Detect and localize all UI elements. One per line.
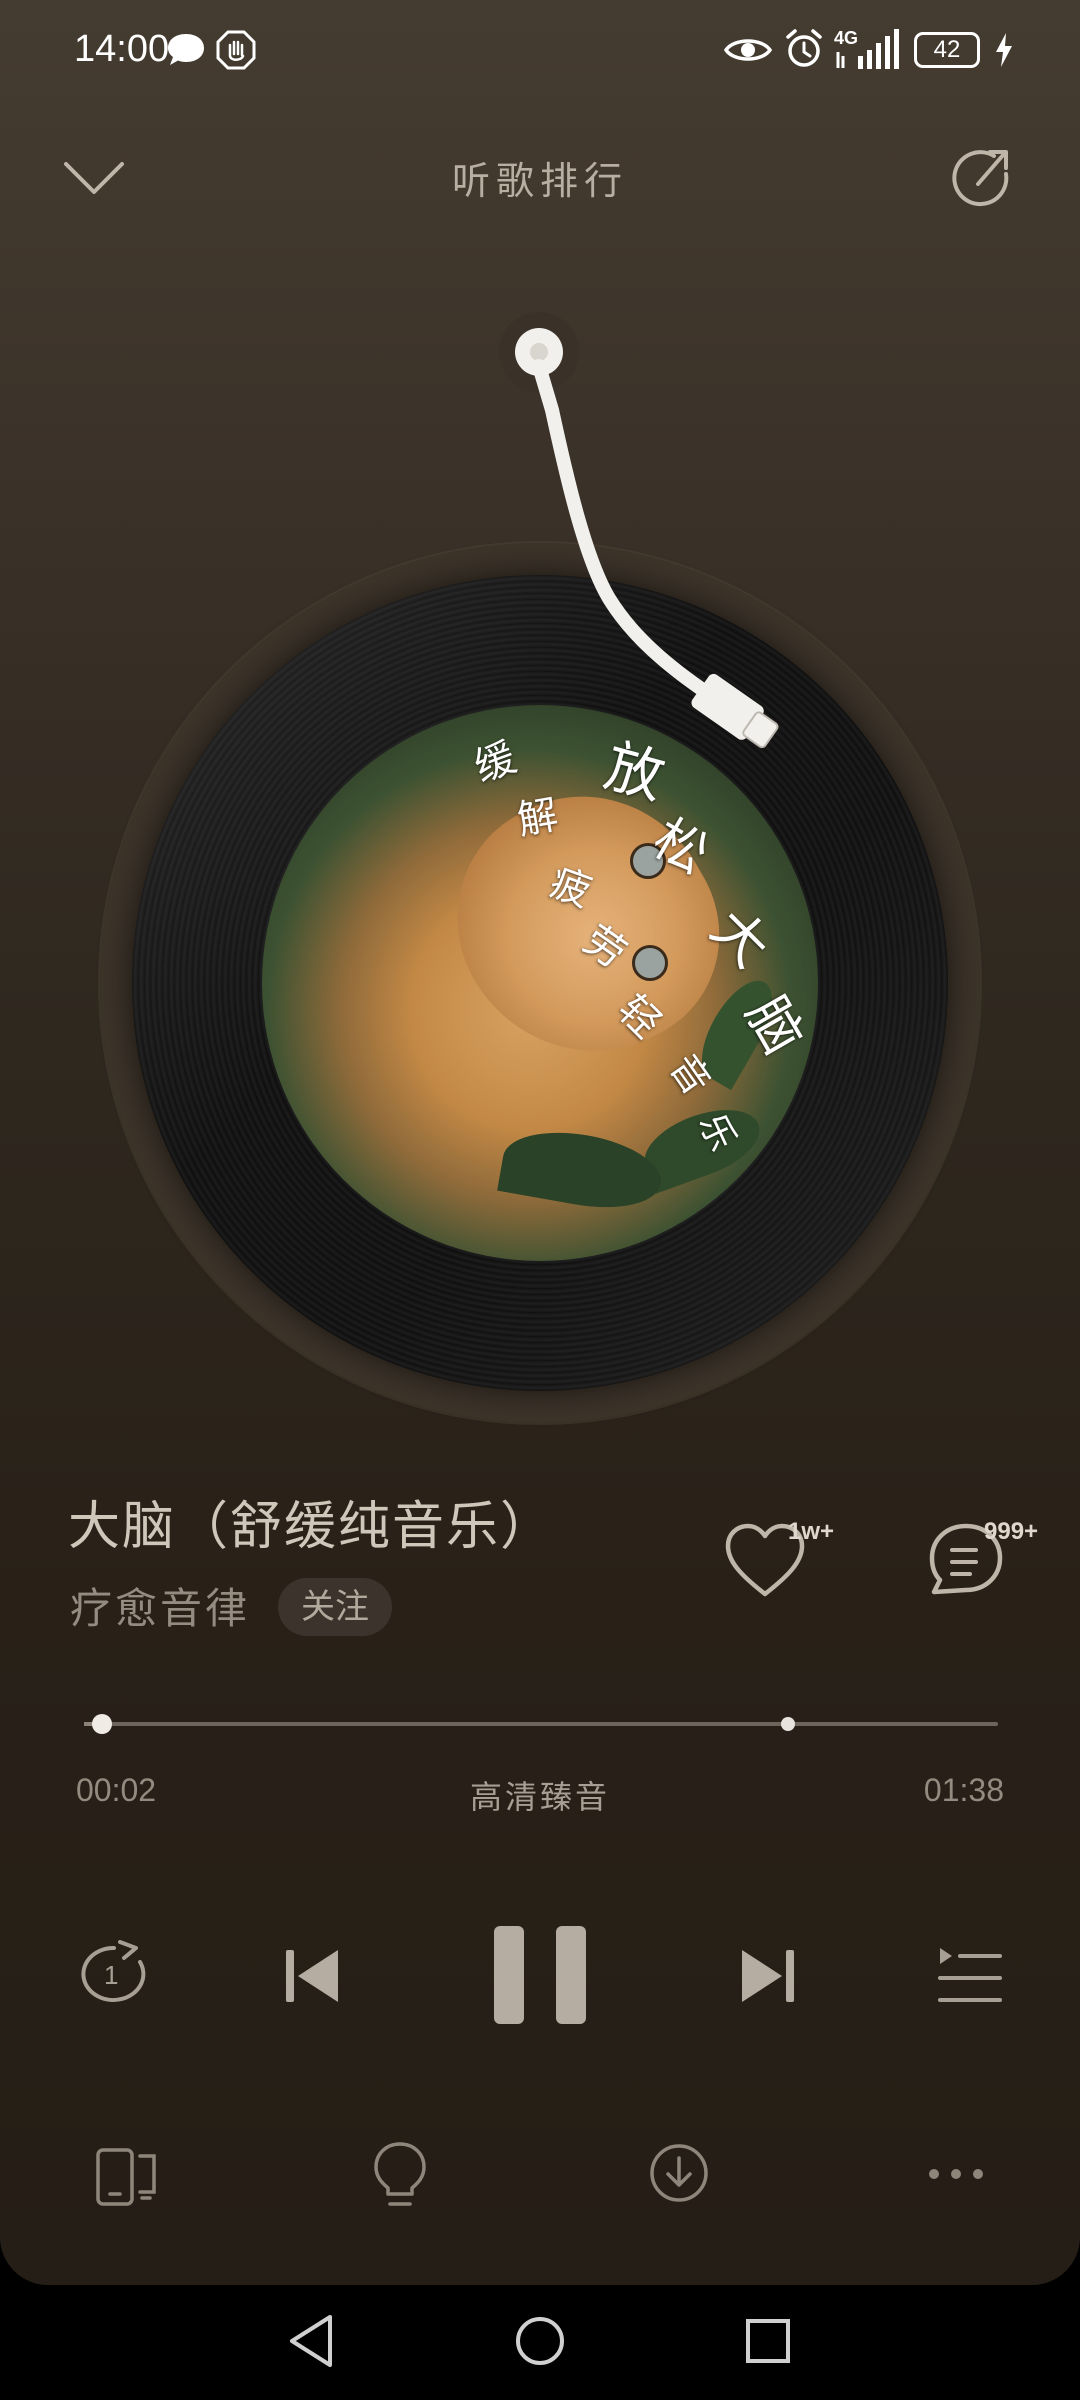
progress-knob[interactable]: [92, 1714, 113, 1734]
system-navigation-bar: [0, 2285, 1080, 2400]
player-screen: 14:00 4G 42 听歌排行 放 松 大 脑 缓 解 疲 劳 轻 音 乐 大…: [0, 0, 1080, 2285]
follow-button[interactable]: 关注: [278, 1578, 392, 1636]
nav-back-icon[interactable]: [286, 2313, 336, 2369]
tonearm: [499, 312, 779, 749]
nav-recents-icon[interactable]: [744, 2317, 792, 2365]
next-track-icon[interactable]: [738, 1946, 798, 2006]
nav-home-icon[interactable]: [514, 2315, 566, 2367]
pause-icon[interactable]: [490, 1922, 590, 2028]
device-cast-icon[interactable]: [94, 2146, 160, 2208]
duration-time: 01:38: [923, 1772, 1004, 1808]
song-title: 大脑（舒缓纯音乐）: [68, 1497, 555, 1557]
previous-track-icon[interactable]: [282, 1946, 342, 2006]
progress-track[interactable]: [84, 1722, 998, 1726]
quality-toggle[interactable]: 高清臻音: [440, 1772, 640, 1818]
download-icon[interactable]: [648, 2142, 710, 2204]
buffer-marker: [780, 1717, 795, 1731]
elapsed-time: 00:02: [76, 1772, 157, 1808]
artist-name[interactable]: 疗愈音律: [70, 1575, 250, 1636]
cover-cat-eye: [632, 945, 668, 981]
likes-count: 1w+: [788, 1518, 835, 1545]
cover-leaf: [497, 1121, 667, 1219]
comments-count: 999+: [984, 1518, 1039, 1545]
repeat-one-icon[interactable]: 1: [74, 1940, 154, 2010]
lightbulb-icon[interactable]: [370, 2140, 430, 2212]
repeat-mode-label: 1: [104, 1960, 118, 1990]
playlist-icon[interactable]: [934, 1944, 1004, 2008]
more-options-icon[interactable]: [928, 2166, 984, 2182]
